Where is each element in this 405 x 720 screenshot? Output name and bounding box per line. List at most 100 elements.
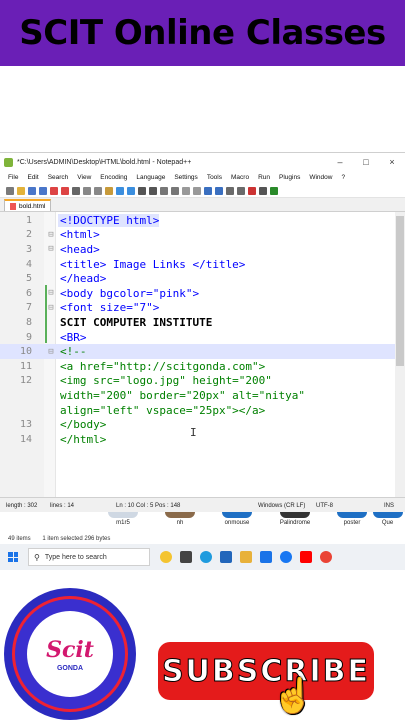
status-length: length : 302 [6,503,38,509]
explorer-item[interactable]: m1r5 [98,512,148,526]
menu-edit[interactable]: Edit [27,174,38,181]
explorer-item[interactable]: onmouse [212,512,262,526]
file-thumbnail [372,512,403,518]
subscribe-button[interactable]: SUBSCRIBE [158,642,374,700]
code-text: width="200" border="20px" alt="nitya" [60,388,306,402]
edge-icon[interactable] [200,551,212,563]
menu-run[interactable]: Run [258,174,270,181]
code-editor[interactable]: 1 <!DOCTYPE html> 2 ⊟ <html> 3 ⊟ <head> … [0,212,405,497]
menu-language[interactable]: Language [136,174,165,181]
line-number: 3 [25,243,32,255]
code-text: <head> [60,242,100,256]
find-icon[interactable] [138,186,146,195]
menu-encoding[interactable]: Encoding [100,174,127,181]
scrollbar-thumb[interactable] [396,216,404,366]
task-view-icon[interactable] [180,551,192,563]
vertical-scrollbar[interactable] [395,212,405,497]
file-thumbnail [280,512,310,518]
explorer-item[interactable]: Que [370,512,405,526]
fold-marker[interactable]: ⊟ [44,244,58,254]
code-line: 8 SCIT COMPUTER INSTITUTE [0,315,395,330]
copy-icon[interactable] [94,186,102,195]
explorer-item-label: onmouse [224,520,250,526]
menu-macro[interactable]: Macro [231,174,249,181]
replace-icon[interactable] [149,186,157,195]
stop-macro-icon[interactable] [259,186,267,195]
menu-window[interactable]: Window [309,174,332,181]
record-macro-icon[interactable] [248,186,256,195]
wrap-icon[interactable] [204,186,212,195]
line-number: 8 [25,316,32,328]
all-chars-icon[interactable] [215,186,223,195]
chrome-icon[interactable] [260,551,272,563]
line-number: 4 [25,258,32,270]
code-text: <!DOCTYPE html> [58,213,160,227]
save-all-icon[interactable] [39,186,47,195]
subscribe-label: SUBSCRIBE [161,653,371,689]
lang-icon[interactable] [237,186,245,195]
status-encoding: UTF-8 [316,503,333,509]
code-line: 2 ⊟ <html> [0,228,395,243]
fold-marker[interactable]: ⊟ [44,347,58,357]
menu-settings[interactable]: Settings [174,174,198,181]
fold-marker[interactable]: ⊟ [44,288,58,298]
line-number: 2 [25,229,32,241]
code-text: <html> [60,228,100,242]
paste-icon[interactable] [105,186,113,195]
menu-view[interactable]: View [77,174,91,181]
explorer-item[interactable]: Palindrome [270,512,320,526]
status-lines: lines : 14 [50,503,75,509]
facebook-icon[interactable] [280,551,292,563]
tab-bold-html[interactable]: bold.html [4,199,52,211]
line-number: 7 [25,302,32,314]
menu-search[interactable]: Search [48,174,69,181]
code-text: <BR> [60,330,87,344]
minimize-button[interactable]: – [327,157,353,167]
search-placeholder: Type here to search [44,553,107,561]
fold-marker[interactable]: ⊟ [44,303,58,313]
youtube-icon[interactable] [300,551,312,563]
play-macro-icon[interactable] [270,186,278,195]
close-all-icon[interactable] [61,186,69,195]
open-file-icon[interactable] [17,186,25,195]
save-icon[interactable] [28,186,36,195]
maximize-button[interactable]: □ [353,157,379,167]
code-line: 1 <!DOCTYPE html> [0,213,395,228]
sync-h-icon[interactable] [193,186,201,195]
chrome-icon-2[interactable] [320,551,332,563]
menu-tools[interactable]: Tools [207,174,222,181]
tab-bar: bold.html [0,198,405,212]
weather-icon[interactable] [160,551,172,563]
zoom-in-icon[interactable] [160,186,168,195]
cut-icon[interactable] [83,186,91,195]
close-button[interactable]: × [379,157,405,167]
menu-help[interactable]: ? [341,174,345,181]
taskbar-apps [160,551,332,563]
indent-guide-icon[interactable] [226,186,234,195]
undo-icon[interactable] [116,186,124,195]
code-line: 5 </head> [0,271,395,286]
scit-logo: Scit GONDA [4,588,136,720]
notepadpp-icon [4,157,13,167]
menu-bar: File Edit Search View Encoding Language … [0,171,405,184]
menu-plugins[interactable]: Plugins [279,174,300,181]
code-line: 14 </html> [0,432,395,447]
print-icon[interactable] [72,186,80,195]
code-line: 7 ⊟ <font size="7"> [0,301,395,316]
close-file-icon[interactable] [50,186,58,195]
search-icon: ⚲ [34,552,40,562]
menu-file[interactable]: File [8,174,18,181]
windows-start-icon[interactable] [8,552,18,562]
store-icon[interactable] [220,551,232,563]
explorer-item[interactable]: nh [155,512,205,526]
fold-marker[interactable]: ⊟ [44,230,58,240]
redo-icon[interactable] [127,186,135,195]
taskbar-search[interactable]: ⚲ Type here to search [28,548,150,566]
code-text: SCIT COMPUTER INSTITUTE [60,315,213,329]
folder-icon[interactable] [240,551,252,563]
new-file-icon[interactable] [6,186,14,195]
sync-v-icon[interactable] [182,186,190,195]
line-number: 13 [19,419,32,431]
file-thumbnail [108,512,138,518]
zoom-out-icon[interactable] [171,186,179,195]
